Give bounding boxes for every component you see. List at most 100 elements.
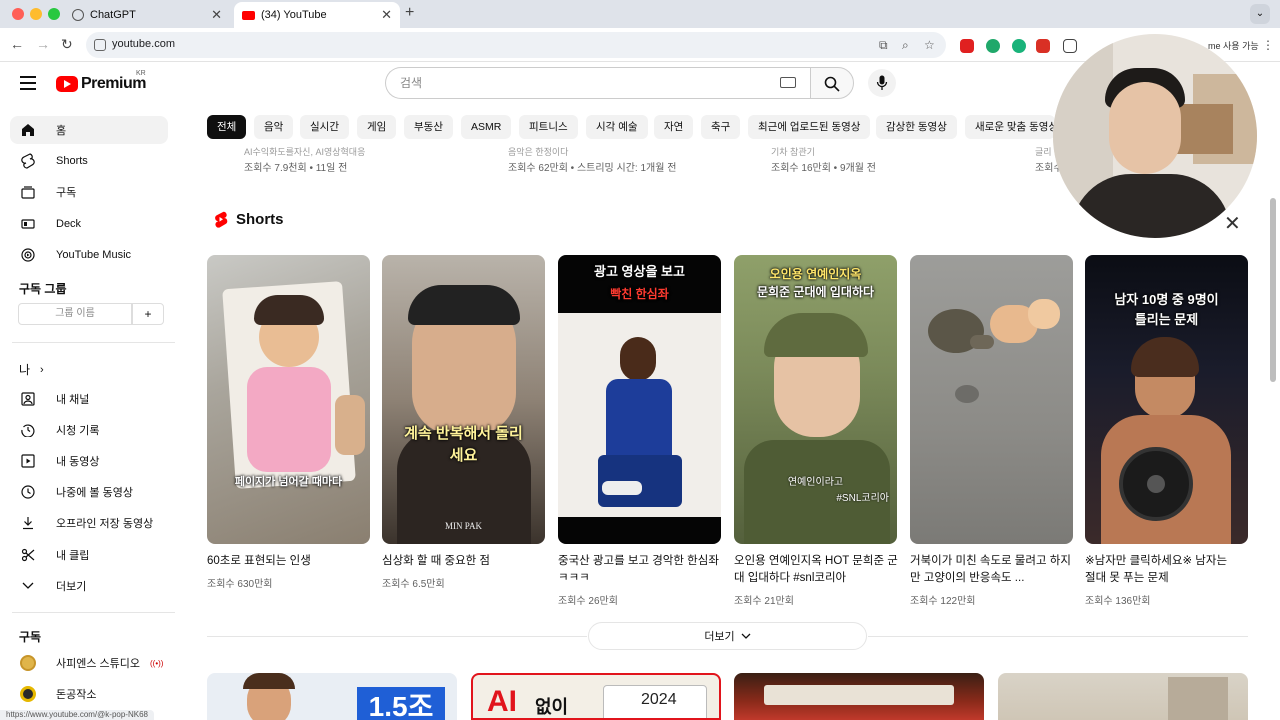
short-caption-top: 광고 영상을 보고 [594,264,685,279]
sidebar-channel-dongongjakso[interactable]: 돈공작소 [10,680,168,708]
chip-new-to-you[interactable]: 새로운 맞춤 동영상 [965,115,1055,139]
tab-title: ChatGPT [90,9,136,21]
short-thumbnail[interactable]: 오인용 연예인지옥 문희준 군대에 입대하다 연예인이라고 #SNL코리아 [734,255,897,544]
short-caption: 페이지가 넘어갈 때마다 [234,476,343,488]
divider-line [207,636,587,637]
short-thumbnail[interactable]: 남자 10명 중 9명이 틀리는 문제 [1085,255,1248,544]
close-overlay-icon[interactable]: ✕ [1224,211,1241,236]
short-title[interactable]: 거북이가 미친 속도로 물려고 하지만 고양이의 반응속도 ... [910,553,1076,587]
minimize-window-button[interactable] [30,8,42,20]
sidebar-item-label: 구독 [56,187,77,199]
sidebar-channel-sapiens[interactable]: 사피엔스 스튜디오 ((•)) [10,649,168,677]
voice-search-button[interactable] [868,69,896,97]
short-thumbnail[interactable]: 광고 영상을 보고 빡친 한심좌 [558,255,721,544]
logo-region: KR [136,70,146,77]
keyboard-icon[interactable] [780,77,796,88]
short-views: 조회수 26만회 [558,596,618,607]
menu-icon[interactable] [20,76,36,90]
microphone-icon [876,75,888,90]
video-thumbnail[interactable]: AI 없이 2024 [471,673,721,720]
live-indicator-icon: ((•)) [150,658,164,668]
extension-green-icon[interactable] [986,39,1000,53]
short-title[interactable]: 심상화 할 때 중요한 점 [382,553,548,570]
subscriptions-title: 구독 [19,630,42,644]
extension-youtube-icon[interactable] [960,39,974,53]
video-thumbnail[interactable]: 1.5조 [207,673,457,720]
short-thumbnail[interactable]: 페이지가 넘어갈 때마다 [207,255,370,544]
chip-all[interactable]: 전체 [207,115,247,139]
sidebar-item-shorts[interactable]: Shorts [10,147,168,175]
tab-youtube[interactable]: (34) YouTube ✕ [234,2,400,28]
video-meta: 조회수 16만회 • 9개월 전 [771,163,876,174]
short-views: 조회수 21만회 [734,596,794,607]
short-title[interactable]: 오인용 연예인지옥 HOT 문희준 군대 입대하다 #snl코리아 [734,553,900,587]
chip-live[interactable]: 실시간 [300,115,349,139]
divider-line [868,636,1248,637]
shorts-shelf-header: Shorts [214,211,284,228]
chip-asmr[interactable]: ASMR [461,115,512,139]
short-thumbnail[interactable] [910,255,1073,544]
channel-name: 돈공작소 [56,689,97,701]
new-tab-icon[interactable]: + [405,4,414,22]
chip-visual-arts[interactable]: 시각 예술 [586,115,648,139]
video-title-cut: AI수익화도를자신, AI영상혁대응 [244,147,366,157]
short-title[interactable]: 60초로 표현되는 인생 [207,553,373,570]
thumbnail-text: 2024 [641,691,677,708]
chip-fitness[interactable]: 피트니스 [519,115,578,139]
sidebar-item-deck[interactable]: Deck [10,210,168,238]
zoom-icon[interactable]: ⌕ [902,38,909,53]
video-thumbnail[interactable] [998,673,1248,720]
thumbnail-text: 1.5조 [357,687,445,720]
short-title[interactable]: 중국산 광고를 보고 경악한 한심좌 ㅋㅋㅋ [558,553,724,587]
install-app-icon[interactable]: ⧉ [879,38,888,53]
back-icon[interactable]: ← [10,36,24,52]
youtube-logo[interactable]: Premium KR [56,70,146,94]
browser-menu-icon[interactable]: ⋮ [1262,38,1274,52]
short-thumbnail[interactable]: 계속 반복해서 돌리세요 MIN PAK [382,255,545,544]
tab-search-icon[interactable]: ⌄ [1250,4,1270,24]
group-name-input[interactable]: 그룹 이름 [18,303,132,325]
chip-soccer[interactable]: 축구 [701,115,741,139]
reload-icon[interactable]: ↻ [61,36,73,53]
you-section-link[interactable]: 나 › [19,361,44,378]
maximize-window-button[interactable] [48,8,60,20]
home-icon [20,122,36,138]
page-scrollbar[interactable] [1270,198,1276,382]
chevron-right-icon: › [40,363,44,376]
add-group-button[interactable]: + [132,303,164,325]
search-button[interactable] [810,67,854,99]
chip-watched[interactable]: 감상한 동영상 [876,115,957,139]
short-caption: 계속 반복해서 돌리세요 [404,425,523,464]
close-tab-icon[interactable]: ✕ [211,7,222,23]
extension-circle-icon[interactable] [1012,39,1026,53]
chip-nature[interactable]: 자연 [654,115,694,139]
chip-gaming[interactable]: 게임 [357,115,397,139]
chevron-down-icon [741,633,751,639]
forward-icon[interactable]: → [36,36,50,52]
shorts-show-more-button[interactable]: 더보기 [588,622,867,650]
close-tab-icon[interactable]: ✕ [381,7,392,23]
close-window-button[interactable] [12,8,24,20]
browser-tab-bar: ChatGPT ✕ (34) YouTube ✕ + ⌄ [0,0,1280,28]
short-views: 조회수 6.5만회 [382,579,445,590]
chip-music[interactable]: 음악 [254,115,294,139]
tab-title: (34) YouTube [261,9,327,21]
extension-new-icon[interactable] [1036,39,1050,53]
deck-icon [20,216,36,232]
short-views: 조회수 136만회 [1085,596,1151,607]
bookmark-star-icon[interactable]: ☆ [924,38,935,52]
sidebar-item-home[interactable]: 홈 [10,116,168,144]
short-title[interactable]: ※남자만 클릭하세요※ 남자는 절대 못 푸는 문제 [1085,553,1235,587]
omnibox[interactable]: youtube.com ⧉ ⌕ ☆ [86,32,946,58]
sidebar-item-subscriptions[interactable]: 구독 [10,178,168,206]
chip-recently-uploaded[interactable]: 최근에 업로드된 동영상 [748,115,871,139]
search-input[interactable] [386,68,746,98]
site-info-icon[interactable] [94,39,106,51]
video-thumbnail[interactable] [734,673,984,720]
tab-chatgpt[interactable]: ChatGPT ✕ [64,2,230,28]
sidebar-item-label: 홈 [56,125,67,137]
sidebar-item-youtube-music[interactable]: YouTube Music [10,241,168,269]
url-text: youtube.com [112,38,175,50]
subscription-groups-title: 구독 그룹 [19,282,67,296]
chip-real-estate[interactable]: 부동산 [404,115,453,139]
